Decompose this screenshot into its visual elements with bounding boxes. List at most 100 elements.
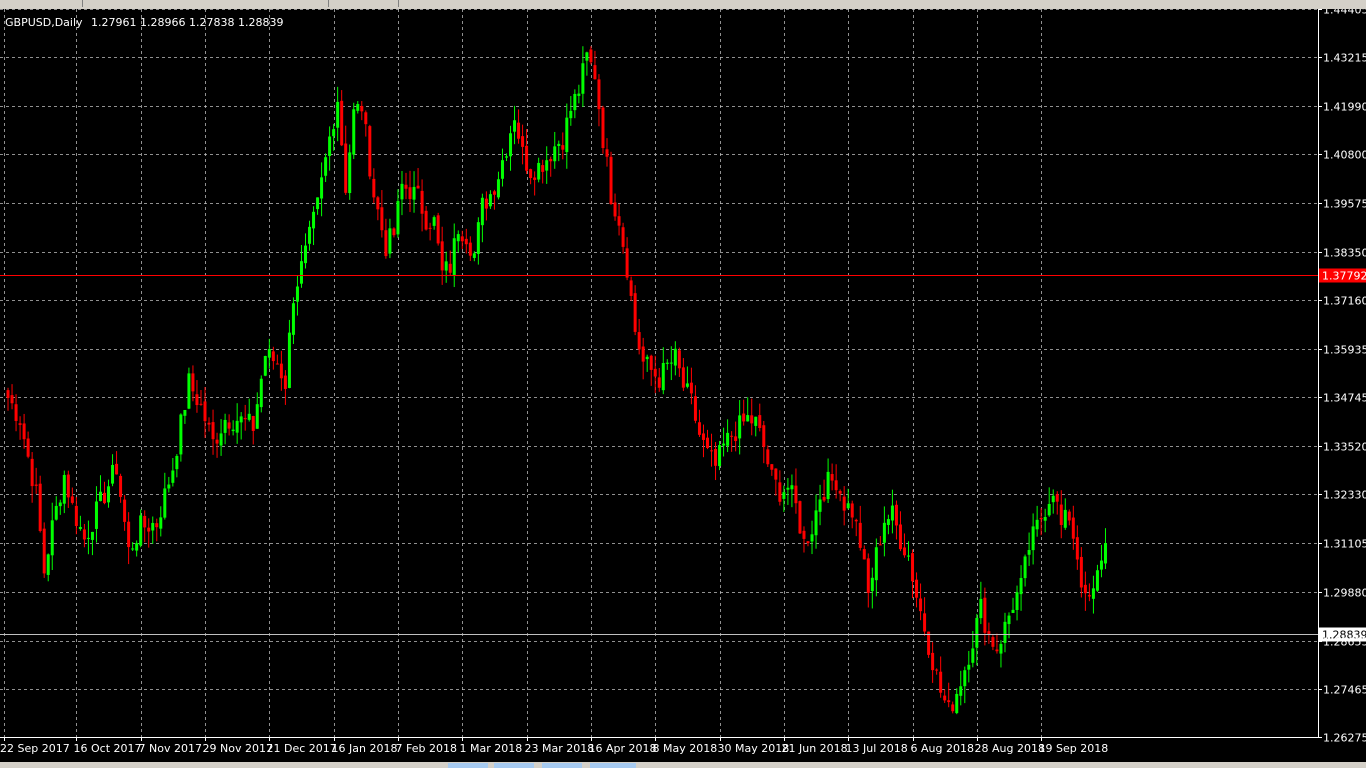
candle-bull bbox=[874, 547, 878, 581]
candle-bear bbox=[460, 236, 464, 242]
candle-bear bbox=[935, 669, 939, 671]
candle-bear bbox=[617, 216, 621, 226]
time-tick-label: 19 Sep 2018 bbox=[1039, 742, 1109, 755]
candle-bull bbox=[814, 510, 818, 536]
candle-bull bbox=[1047, 503, 1051, 516]
candle-bull bbox=[754, 416, 758, 426]
time-tick-label: 16 Oct 2017 bbox=[74, 742, 142, 755]
candle-bear bbox=[199, 403, 203, 405]
candle-bull bbox=[291, 303, 295, 335]
candle-bull bbox=[94, 501, 98, 529]
candle-bull bbox=[295, 286, 299, 302]
candle-bear bbox=[862, 549, 866, 560]
candle-bear bbox=[762, 425, 766, 447]
price-tick-label: 1.26275 bbox=[1323, 732, 1366, 745]
chart-tab[interactable] bbox=[330, 0, 399, 7]
candle-bear bbox=[448, 263, 452, 273]
candle-bear bbox=[147, 527, 151, 532]
price-chart[interactable]: 1.377921.28839 1.44405 1.43215 1.41990 1.40… bbox=[0, 9, 1366, 762]
candle-bull bbox=[846, 503, 850, 509]
candle-bull bbox=[163, 488, 167, 518]
candle-bear bbox=[1071, 517, 1075, 539]
candle-bull bbox=[316, 197, 320, 210]
candle-bull bbox=[352, 109, 356, 155]
price-tick-label: 1.33520 bbox=[1323, 441, 1366, 454]
candle-bear bbox=[597, 79, 601, 110]
candle-bear bbox=[601, 107, 605, 149]
price-tick-label: 1.38350 bbox=[1323, 247, 1366, 260]
candle-bull bbox=[673, 348, 677, 366]
chart-tab[interactable] bbox=[84, 0, 329, 7]
candle-bull bbox=[287, 332, 291, 388]
candle-bull bbox=[1003, 621, 1007, 643]
candle-bear bbox=[742, 413, 746, 422]
candle-bear bbox=[10, 395, 14, 404]
candle-bear bbox=[420, 190, 424, 214]
candle-bull bbox=[1007, 615, 1011, 625]
price-tick-label: 1.35935 bbox=[1323, 344, 1366, 357]
candle-bear bbox=[404, 184, 408, 189]
candle-bull bbox=[78, 526, 82, 529]
candle-bull bbox=[46, 554, 50, 575]
chart-scrollbar[interactable] bbox=[0, 762, 1366, 768]
candle-bear bbox=[384, 230, 388, 257]
candle-bear bbox=[641, 346, 645, 362]
candle-bull bbox=[183, 409, 187, 416]
candle-bull bbox=[54, 505, 58, 520]
candle-bear bbox=[625, 248, 629, 278]
candle-bear bbox=[275, 363, 279, 365]
candle-bear bbox=[838, 490, 842, 494]
price-tick-label: 1.27465 bbox=[1323, 684, 1366, 697]
candle-bear bbox=[842, 496, 846, 511]
candle-bear bbox=[525, 145, 529, 171]
candle-bear bbox=[533, 177, 537, 180]
candle-bull bbox=[585, 52, 589, 61]
candle-bull bbox=[509, 133, 513, 157]
candle-bear bbox=[436, 215, 440, 244]
candle-bear bbox=[850, 503, 854, 518]
candle-bear bbox=[344, 143, 348, 193]
candle-bear bbox=[822, 496, 826, 501]
candle-bull bbox=[308, 226, 312, 244]
candle-bear bbox=[983, 597, 987, 633]
candle-bear bbox=[22, 423, 26, 440]
price-tick-label: 1.37160 bbox=[1323, 295, 1366, 308]
candle-bear bbox=[911, 553, 915, 582]
candle-bear bbox=[18, 423, 22, 425]
candle-bear bbox=[360, 106, 364, 112]
candle-bull bbox=[1031, 526, 1035, 551]
candle-bull bbox=[456, 234, 460, 242]
candle-bear bbox=[464, 238, 468, 245]
candle-bull bbox=[472, 253, 476, 258]
candle-bull bbox=[975, 617, 979, 648]
candle-bear bbox=[858, 522, 862, 548]
candle-bear bbox=[14, 404, 18, 421]
candle-bear bbox=[115, 463, 119, 475]
candle-bull bbox=[452, 238, 456, 275]
candle-bull bbox=[963, 670, 967, 687]
time-tick-label: 16 Apr 2018 bbox=[589, 742, 657, 755]
time-tick-label: 1 Mar 2018 bbox=[460, 742, 523, 755]
candle-bear bbox=[734, 436, 738, 442]
price-tick-label: 1.28655 bbox=[1323, 636, 1366, 649]
candle-bull bbox=[782, 492, 786, 499]
candle-bear bbox=[30, 458, 34, 487]
time-tick-label: 23 Mar 2018 bbox=[525, 742, 595, 755]
candle-bull bbox=[336, 101, 340, 128]
candle-bear bbox=[693, 396, 697, 421]
chart-tab[interactable] bbox=[0, 0, 83, 7]
candle-bull bbox=[432, 217, 436, 226]
candle-bear bbox=[1055, 494, 1059, 502]
candle-bear bbox=[123, 499, 127, 522]
candle-bear bbox=[243, 417, 247, 420]
candle-bear bbox=[609, 156, 613, 205]
candle-bull bbox=[1099, 560, 1103, 570]
candle-bull bbox=[573, 93, 577, 111]
time-tick-label: 28 Aug 2018 bbox=[975, 742, 1045, 755]
candle-bear bbox=[701, 433, 705, 440]
candle-bear bbox=[34, 484, 38, 486]
candle-bear bbox=[770, 464, 774, 470]
candle-bear bbox=[376, 197, 380, 210]
candle-bull bbox=[135, 543, 139, 551]
candle-bear bbox=[283, 375, 287, 389]
